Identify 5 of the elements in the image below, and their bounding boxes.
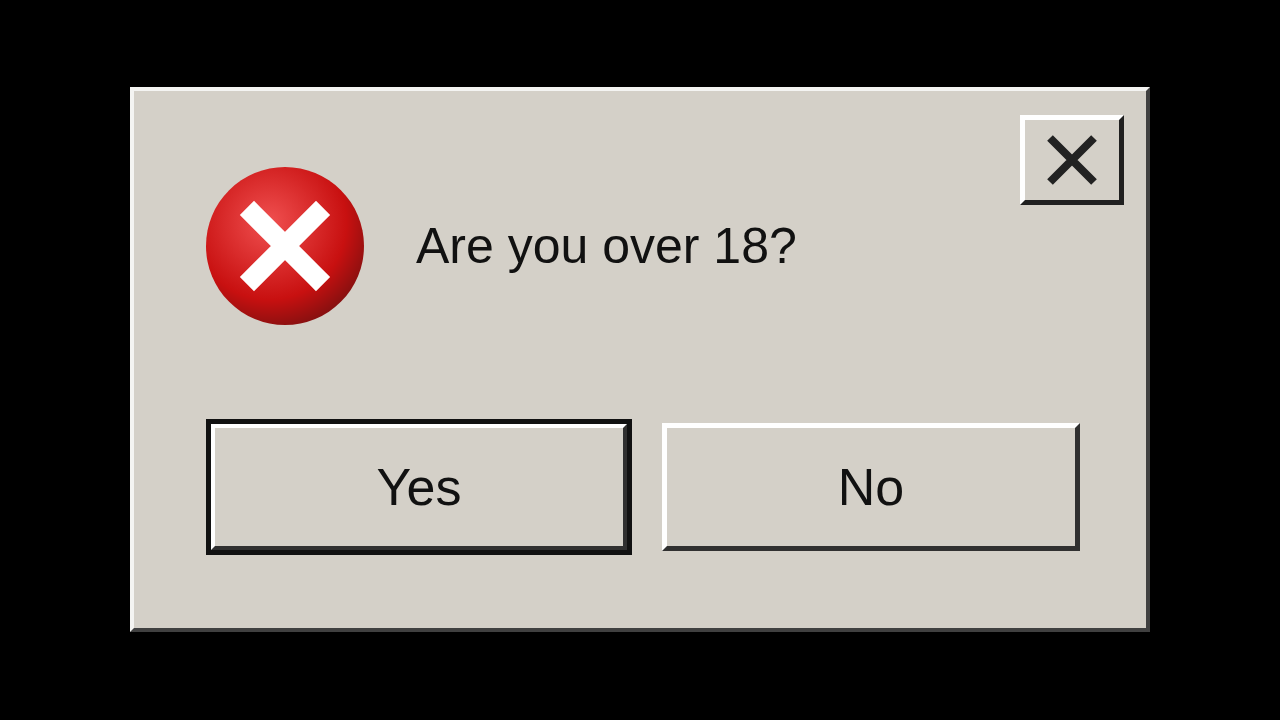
dialog-message: Are you over 18?: [416, 216, 797, 276]
close-button[interactable]: [1020, 115, 1124, 205]
close-icon: [1044, 134, 1100, 186]
dialog-button[interactable]: No: [662, 423, 1080, 551]
error-icon: [204, 165, 366, 327]
